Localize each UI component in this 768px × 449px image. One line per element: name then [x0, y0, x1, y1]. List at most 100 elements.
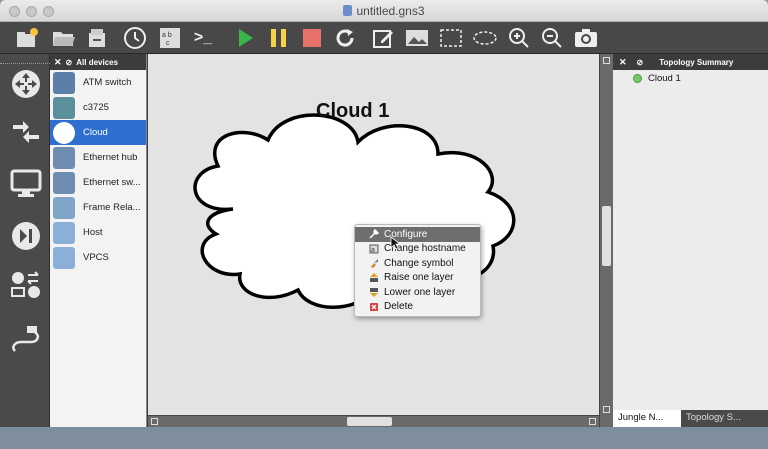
topology-summary-panel: ✕ ⊘ Topology Summary Cloud 1: [613, 54, 768, 427]
float-icon[interactable]: ⊘: [637, 58, 644, 67]
gns3-window: untitled.gns3 a bc >_ ✕ ⊘ All devices AT…: [0, 0, 768, 449]
device-icon: [53, 71, 75, 94]
menu-item-lower-layer[interactable]: Lower one layer: [355, 285, 480, 300]
device-label: VPCS: [83, 252, 109, 263]
zoom-in-icon[interactable]: [506, 25, 532, 51]
desktop-background: [0, 427, 768, 449]
summary-node-row[interactable]: Cloud 1: [613, 70, 768, 86]
all-devices-category-icon[interactable]: [8, 268, 44, 304]
scroll-down-icon[interactable]: [603, 406, 610, 413]
device-item[interactable]: Cloud: [50, 120, 146, 145]
raise-layer-icon: [370, 272, 378, 282]
device-item[interactable]: Frame Rela...: [50, 195, 146, 220]
title-bar: untitled.gns3: [0, 0, 768, 22]
float-icon[interactable]: ⊘: [66, 58, 73, 67]
svg-text:a b: a b: [162, 32, 172, 39]
open-project-icon[interactable]: [50, 25, 76, 51]
insert-image-icon[interactable]: [404, 25, 430, 51]
close-icon[interactable]: ✕: [54, 57, 62, 68]
device-item[interactable]: c3725: [50, 95, 146, 120]
save-project-icon[interactable]: [84, 25, 110, 51]
device-item[interactable]: VPCS: [50, 245, 146, 270]
device-icon: [53, 121, 75, 144]
draw-ellipse-icon[interactable]: [472, 25, 498, 51]
close-icon[interactable]: ✕: [619, 57, 627, 68]
reload-icon[interactable]: [332, 25, 358, 51]
switches-category-icon[interactable]: [8, 114, 44, 150]
svg-text:a: a: [371, 247, 375, 254]
device-label: c3725: [83, 102, 109, 113]
menu-item-configure[interactable]: Configure: [355, 227, 480, 242]
node-label[interactable]: Cloud 1: [316, 100, 389, 123]
zoom-out-icon[interactable]: [539, 25, 565, 51]
scroll-up-icon[interactable]: [603, 57, 610, 64]
mouse-cursor-icon: [390, 236, 400, 250]
delete-icon: [370, 302, 378, 311]
summary-node-label: Cloud 1: [648, 72, 681, 84]
scroll-right-icon[interactable]: [589, 418, 596, 425]
draw-rectangle-icon[interactable]: [438, 25, 464, 51]
device-icon: [53, 221, 75, 244]
device-label: Ethernet hub: [83, 152, 138, 163]
device-item[interactable]: Ethernet hub: [50, 145, 146, 170]
device-label: Ethernet sw...: [83, 177, 141, 188]
routers-category-icon[interactable]: [8, 66, 44, 102]
wrench-icon: [369, 229, 379, 239]
devices-panel: ✕ ⊘ All devices ATM switch c3725 Cloud Ethe…: [50, 54, 147, 427]
device-icon: [53, 171, 75, 194]
device-icon: [53, 246, 75, 269]
device-type-toolbar: [0, 54, 50, 427]
menu-item-raise-layer[interactable]: Raise one layer: [355, 271, 480, 286]
topology-summary-header: ✕ ⊘ Topology Summary: [613, 54, 768, 70]
device-item[interactable]: Host: [50, 220, 146, 245]
window-title: untitled.gns3: [0, 4, 768, 18]
pause-icon[interactable]: [266, 25, 292, 51]
tab-jungle-newsfeed[interactable]: Jungle N...: [613, 410, 681, 427]
context-menu: Configure a Change hostname Change symbol…: [354, 224, 481, 317]
device-list: ATM switch c3725 Cloud Ethernet hub Ethernet…: [50, 70, 146, 270]
device-icon: [53, 96, 75, 119]
window-title-text: untitled.gns3: [356, 4, 425, 18]
add-link-icon[interactable]: [8, 322, 44, 358]
device-label: Frame Rela...: [83, 202, 141, 213]
horizontal-scroll-thumb[interactable]: [347, 417, 392, 426]
vertical-scrollbar[interactable]: [599, 54, 613, 427]
show-interface-labels-icon[interactable]: a bc: [157, 25, 183, 51]
console-icon[interactable]: >_: [190, 25, 216, 51]
add-note-icon[interactable]: [370, 25, 396, 51]
lower-layer-icon: [370, 288, 378, 298]
menu-item-change-symbol[interactable]: Change symbol: [355, 256, 480, 271]
device-icon: [53, 196, 75, 219]
console-label: >_: [193, 29, 213, 46]
devices-panel-header: ✕ ⊘ All devices: [50, 54, 146, 70]
svg-text:c: c: [166, 40, 170, 47]
stop-icon[interactable]: [299, 25, 325, 51]
symbol-brush-icon: [371, 259, 378, 269]
hostname-icon: a: [369, 244, 379, 254]
vertical-scroll-thumb[interactable]: [602, 206, 611, 266]
end-devices-category-icon[interactable]: [8, 166, 44, 202]
device-label: Cloud: [83, 127, 108, 138]
screenshot-icon[interactable]: [573, 25, 599, 51]
tab-topology-summary[interactable]: Topology S...: [681, 410, 768, 427]
device-item[interactable]: ATM switch: [50, 70, 146, 95]
horizontal-scrollbar[interactable]: [148, 415, 599, 427]
menu-item-delete[interactable]: Delete: [355, 300, 480, 315]
document-icon: [343, 5, 353, 16]
device-label: Host: [83, 227, 103, 238]
start-icon[interactable]: [232, 25, 258, 51]
device-label: ATM switch: [83, 77, 132, 88]
device-icon: [53, 146, 75, 169]
device-item[interactable]: Ethernet sw...: [50, 170, 146, 195]
snapshot-clock-icon[interactable]: [122, 25, 148, 51]
new-project-icon[interactable]: [14, 25, 40, 51]
toolbar-grip: [0, 54, 50, 64]
devices-panel-title: All devices: [76, 57, 119, 67]
scroll-left-icon[interactable]: [151, 418, 158, 425]
security-devices-category-icon[interactable]: [8, 218, 44, 254]
node-status-icon: [633, 73, 642, 83]
dock-tabs: Jungle N... Topology S...: [613, 410, 768, 427]
topology-summary-title: Topology Summary: [659, 57, 734, 67]
main-toolbar: a bc >_: [0, 22, 768, 54]
menu-item-change-hostname[interactable]: a Change hostname: [355, 242, 480, 257]
